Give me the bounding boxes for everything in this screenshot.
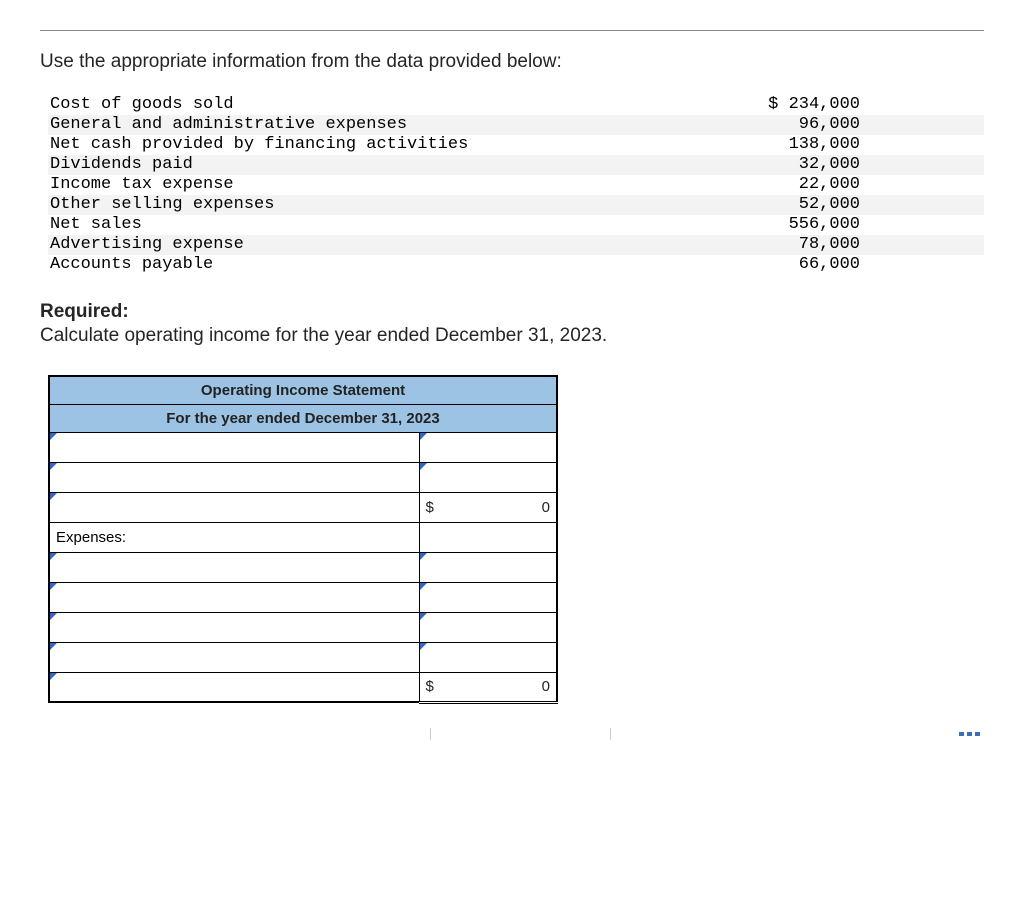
line-item-input[interactable] <box>49 612 419 642</box>
required-heading: Required: <box>40 301 129 322</box>
amount-input[interactable] <box>419 582 557 612</box>
amount-input[interactable] <box>419 432 557 462</box>
line-item-input[interactable] <box>49 552 419 582</box>
data-amount: 96,000 <box>690 115 860 135</box>
data-row: Cost of goods sold $ 234,000 <box>48 95 984 115</box>
required-text: Calculate operating income for the year … <box>40 325 984 347</box>
dropdown-indicator-icon <box>420 613 427 620</box>
data-label: Accounts payable <box>48 255 690 275</box>
data-label: Income tax expense <box>48 175 690 195</box>
dropdown-indicator-icon <box>420 433 427 440</box>
dropdown-indicator-icon <box>50 613 57 620</box>
data-amount: 556,000 <box>690 215 860 235</box>
footer-ticks <box>0 720 1024 740</box>
dropdown-indicator-icon <box>50 493 57 500</box>
dropdown-indicator-icon <box>50 433 57 440</box>
top-rule <box>40 30 984 31</box>
currency-symbol: $ <box>426 499 434 516</box>
line-item-input[interactable] <box>49 642 419 672</box>
data-row: General and administrative expenses 96,0… <box>48 115 984 135</box>
data-amount: 22,000 <box>690 175 860 195</box>
data-amount: $ 234,000 <box>690 95 860 115</box>
data-label: Cost of goods sold <box>48 95 690 115</box>
data-row: Net sales 556,000 <box>48 215 984 235</box>
statement-title: Operating Income Statement <box>49 376 557 404</box>
amount-input[interactable] <box>419 642 557 672</box>
financial-data-block: Cost of goods sold $ 234,000 General and… <box>48 95 984 275</box>
line-item-input[interactable] <box>49 582 419 612</box>
amount-cell-blank <box>419 522 557 552</box>
line-item-input[interactable] <box>49 492 419 522</box>
problem-intro: Use the appropriate information from the… <box>40 51 984 73</box>
data-amount: 52,000 <box>690 195 860 215</box>
operating-income-worksheet: Operating Income Statement For the year … <box>48 375 558 704</box>
line-item-input[interactable] <box>49 462 419 492</box>
data-amount: 66,000 <box>690 255 860 275</box>
dropdown-indicator-icon <box>50 463 57 470</box>
data-label: Net cash provided by financing activitie… <box>48 135 690 155</box>
amount-input[interactable] <box>419 462 557 492</box>
amount-input[interactable] <box>419 612 557 642</box>
dropdown-indicator-icon <box>50 583 57 590</box>
gross-total-value: 0 <box>542 499 550 516</box>
data-row: Advertising expense 78,000 <box>48 235 984 255</box>
data-label: Other selling expenses <box>48 195 690 215</box>
currency-symbol: $ <box>426 678 434 695</box>
data-amount: 138,000 <box>690 135 860 155</box>
data-label: Net sales <box>48 215 690 235</box>
data-row: Accounts payable 66,000 <box>48 255 984 275</box>
expenses-heading: Expenses: <box>49 522 419 552</box>
dropdown-indicator-icon <box>420 553 427 560</box>
data-row: Other selling expenses 52,000 <box>48 195 984 215</box>
data-label: General and administrative expenses <box>48 115 690 135</box>
line-item-input[interactable] <box>49 432 419 462</box>
dropdown-indicator-icon <box>50 553 57 560</box>
final-total-cell: $ 0 <box>419 672 557 702</box>
data-row: Dividends paid 32,000 <box>48 155 984 175</box>
data-row: Income tax expense 22,000 <box>48 175 984 195</box>
data-amount: 32,000 <box>690 155 860 175</box>
dropdown-indicator-icon <box>420 583 427 590</box>
data-label: Dividends paid <box>48 155 690 175</box>
final-total-value: 0 <box>542 678 550 695</box>
data-row: Net cash provided by financing activitie… <box>48 135 984 155</box>
data-amount: 78,000 <box>690 235 860 255</box>
statement-subtitle: For the year ended December 31, 2023 <box>49 404 557 432</box>
amount-input[interactable] <box>419 552 557 582</box>
dropdown-indicator-icon <box>50 643 57 650</box>
line-item-input[interactable] <box>49 672 419 702</box>
dropdown-indicator-icon <box>420 463 427 470</box>
gross-total-cell: $ 0 <box>419 492 557 522</box>
dropdown-indicator-icon <box>420 643 427 650</box>
dropdown-indicator-icon <box>50 673 57 680</box>
data-label: Advertising expense <box>48 235 690 255</box>
